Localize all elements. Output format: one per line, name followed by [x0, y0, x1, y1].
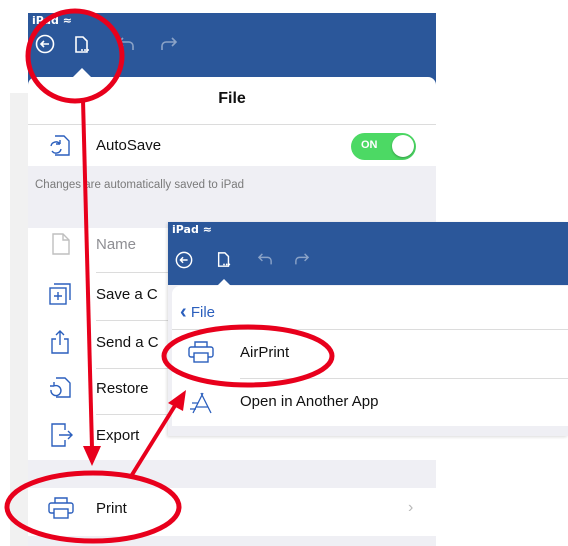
airprint-highlight-circle	[161, 324, 335, 388]
arrow-down-head	[83, 446, 101, 466]
annotation-overlay	[4, 8, 335, 544]
arrow-up-line	[128, 402, 178, 480]
arrow-down-line	[81, 99, 94, 449]
toolbar-highlight-circle	[25, 8, 125, 104]
arrow-up-head	[168, 390, 186, 411]
print-highlight-circle	[4, 470, 182, 544]
